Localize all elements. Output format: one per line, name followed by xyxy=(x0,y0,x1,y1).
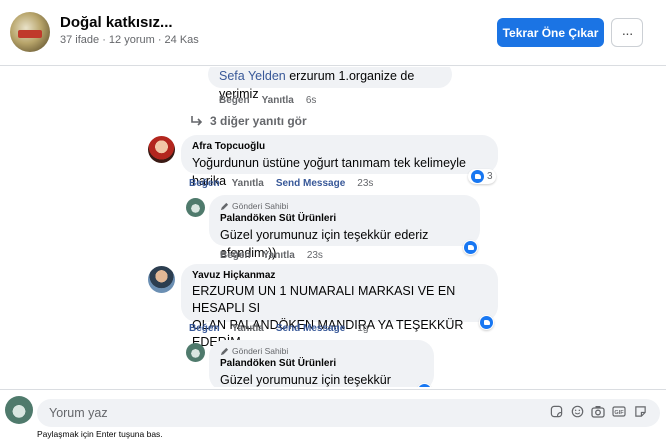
reply-link[interactable]: Yanıtla xyxy=(263,250,295,261)
timestamp[interactable]: 1g xyxy=(357,323,368,334)
pencil-icon xyxy=(220,347,229,355)
author-badge: Gönderi Sahibi xyxy=(232,346,289,356)
svg-text:GIF: GIF xyxy=(614,410,624,416)
comment-composer: GIF Paylaşmak için Enter tuşuna bas. xyxy=(0,389,666,446)
reply-author[interactable]: Palandöken Süt Ürünleri xyxy=(220,213,469,224)
more-replies-label: 3 diğer yanıtı gör xyxy=(210,114,307,128)
more-options-button[interactable]: ··· xyxy=(611,18,643,47)
comment-author[interactable]: Yavuz Hiçkanmaz xyxy=(192,270,487,281)
comment-actions: Beğen Yanıtla Send Message 1g xyxy=(189,323,368,334)
like-icon xyxy=(464,241,477,254)
emoji-icon[interactable] xyxy=(569,403,585,419)
reply-actions: Beğen Yanıtla 23s xyxy=(220,250,323,261)
like-icon xyxy=(418,384,431,387)
promote-again-button[interactable]: Tekrar Öne Çıkar xyxy=(497,18,604,47)
reply-bubble: Gönderi Sahibi Palandöken Süt Ürünleri G… xyxy=(209,195,480,260)
reaction-icon[interactable] xyxy=(463,240,478,255)
arrow-reply-icon xyxy=(191,116,203,126)
reply-text: Güzel yorumunuz için teşekkür ederiz:)) xyxy=(220,373,391,387)
like-icon xyxy=(471,170,484,183)
comment-actions: Beğen Yanıtla Send Message 23s xyxy=(189,178,373,189)
send-message-link[interactable]: Send Message xyxy=(276,323,345,334)
like-link[interactable]: Beğen xyxy=(189,323,220,334)
avatar[interactable] xyxy=(148,136,175,163)
avatar[interactable] xyxy=(186,198,205,217)
timestamp[interactable]: 6s xyxy=(306,95,317,106)
like-icon xyxy=(480,316,493,329)
more-options-icon: ··· xyxy=(621,24,634,41)
avatar[interactable] xyxy=(186,343,205,362)
like-link[interactable]: Beğen xyxy=(189,178,220,189)
view-more-replies-link[interactable]: 3 diğer yanıtı gör xyxy=(190,114,307,128)
mention-link[interactable]: Sefa Yelden xyxy=(219,69,286,83)
comment-bubble: Afra Topcuoğlu Yoğurdunun üstüne yoğurt … xyxy=(181,135,498,188)
page-avatar[interactable] xyxy=(10,12,50,52)
composer-avatar[interactable] xyxy=(5,396,33,424)
reaction-count[interactable]: 3 xyxy=(468,169,496,184)
author-badge: Gönderi Sahibi xyxy=(232,201,289,211)
composer-hint: Paylaşmak için Enter tuşuna bas. xyxy=(37,429,163,439)
camera-icon[interactable] xyxy=(590,403,606,419)
send-message-link[interactable]: Send Message xyxy=(276,178,345,189)
reaction-number: 3 xyxy=(487,171,493,182)
post-meta: 37 ifade · 12 yorum · 24 Kas xyxy=(60,34,199,46)
timestamp[interactable]: 23s xyxy=(307,250,323,261)
post-title[interactable]: Doğal katkısız... xyxy=(60,14,173,31)
reply-author[interactable]: Palandöken Süt Ürünleri xyxy=(220,358,423,369)
composer-tools: GIF xyxy=(548,403,648,419)
reply-link[interactable]: Yanıtla xyxy=(232,323,264,334)
like-link[interactable]: Beğen xyxy=(220,250,251,261)
post-header: Doğal katkısız... 37 ifade · 12 yorum · … xyxy=(0,0,666,66)
reaction-icon[interactable] xyxy=(479,315,494,330)
pencil-icon xyxy=(220,202,229,210)
comment-text-line: ERZURUM UN 1 NUMARALI MARKASI VE EN HESA… xyxy=(192,284,456,315)
comments-area[interactable]: Sefa Yelden erzurum 1.organize de yerimi… xyxy=(0,67,666,387)
reply-bubble: Gönderi Sahibi Palandöken Süt Ürünleri G… xyxy=(209,340,434,387)
top-reply-actions: Beğen Yanıtla 6s xyxy=(219,95,316,106)
like-link[interactable]: Beğen xyxy=(219,95,250,106)
top-reply-bubble: Sefa Yelden erzurum 1.organize de yerimi… xyxy=(208,67,452,101)
gif-icon[interactable]: GIF xyxy=(611,403,627,419)
avatar[interactable] xyxy=(148,266,175,293)
sticker-alt-icon[interactable] xyxy=(632,403,648,419)
comment-author[interactable]: Afra Topcuoğlu xyxy=(192,141,487,152)
sticker-icon[interactable] xyxy=(548,403,564,419)
timestamp[interactable]: 23s xyxy=(357,178,373,189)
reply-link[interactable]: Yanıtla xyxy=(232,178,264,189)
reply-link[interactable]: Yanıtla xyxy=(262,95,294,106)
comment-bubble: Yavuz Hiçkanmaz ERZURUM UN 1 NUMARALI MA… xyxy=(181,264,498,349)
